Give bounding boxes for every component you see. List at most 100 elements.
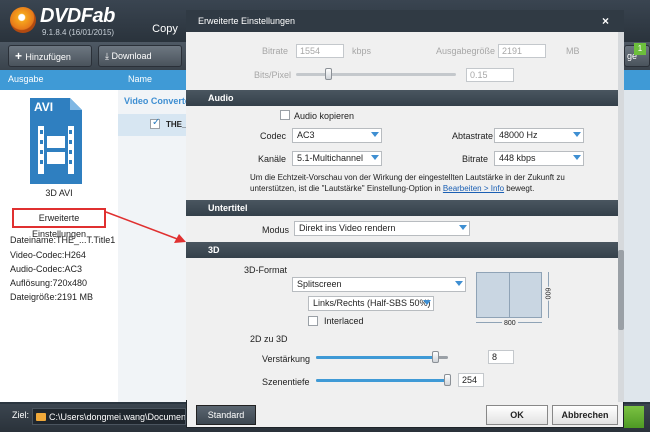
edit-info-link[interactable]: Bearbeiten > Info <box>443 184 504 193</box>
ok-button[interactable]: OK <box>486 405 548 425</box>
dvdfab-logo-icon <box>10 7 36 33</box>
interlaced-label: Interlaced <box>324 316 364 326</box>
plus-icon: + <box>15 49 26 63</box>
depth-input[interactable]: 254 <box>458 373 484 387</box>
codec-value: AC3 <box>297 130 315 140</box>
cancel-button[interactable]: Abbrechen <box>552 405 618 425</box>
gain-label: Verstärkung <box>262 354 311 364</box>
destination-path-field[interactable]: C:\Users\dongmei.wang\Documents\D <box>32 408 186 425</box>
name-column-label[interactable]: Name <box>128 74 152 84</box>
gain-slider[interactable] <box>316 356 448 359</box>
folder-icon <box>36 413 46 421</box>
3d-format-label: 3D-Format <box>244 265 288 275</box>
sample-rate-dropdown[interactable]: 48000 Hz <box>494 128 584 143</box>
add-button[interactable]: + Hinzufügen <box>8 45 92 67</box>
chevron-down-icon <box>573 132 581 137</box>
chevron-down-icon <box>573 155 581 160</box>
destination-label: Ziel: <box>12 410 30 420</box>
audio-bitrate-dropdown[interactable]: 448 kbps <box>494 151 584 166</box>
check-icon: ✓ <box>152 117 161 128</box>
3d-format-dropdown[interactable]: Splitscreen <box>292 277 466 292</box>
bits-per-pixel-slider[interactable] <box>296 73 456 76</box>
sample-rate-label: Abtastrate <box>452 131 494 141</box>
gain-input[interactable]: 8 <box>488 350 514 364</box>
dialog-body <box>186 32 618 400</box>
preview-divider <box>509 273 510 317</box>
chevron-down-icon <box>459 225 467 230</box>
output-size-unit: MB <box>566 46 580 56</box>
gain-slider-knob[interactable] <box>431 351 439 363</box>
info-video-codec: Video-Codec:H264 <box>10 250 86 260</box>
chevron-down-icon <box>371 132 379 137</box>
depth-slider-fill <box>316 379 447 382</box>
volume-note-tail: bewegt. <box>504 184 535 193</box>
download-button-label: Download <box>111 51 152 61</box>
bits-per-pixel-knob[interactable] <box>325 68 332 80</box>
notification-badge: 1 <box>634 43 646 55</box>
sample-rate-value: 48000 Hz <box>499 130 538 140</box>
output-column-label: Ausgabe <box>8 74 44 84</box>
callout-arrow-icon <box>105 211 186 243</box>
bits-per-pixel-label: Bits/Pixel <box>254 70 292 80</box>
add-button-label: Hinzufügen <box>25 52 71 62</box>
bits-per-pixel-input[interactable]: 0.15 <box>466 68 514 82</box>
3d-layout-dropdown[interactable]: Links/Rechts (Half-SBS 50%) <box>308 296 434 311</box>
3d-layout-value: Links/Rechts (Half-SBS 50%) <box>313 298 431 308</box>
output-size-label: Ausgabegröße <box>436 46 496 56</box>
video-bitrate-input[interactable]: 1554 <box>296 44 344 58</box>
dialog-scrollbar-thumb[interactable] <box>618 250 624 330</box>
dialog-scrollbar[interactable] <box>618 32 624 402</box>
converter-label: Video Converter <box>124 96 186 106</box>
subtitle-mode-dropdown[interactable]: Direkt ins Video rendern <box>294 221 470 236</box>
video-bitrate-unit: kbps <box>352 46 372 56</box>
volume-note-line2: unterstützen, ist die "Lautstärke" Einst… <box>250 184 590 193</box>
channels-label: Kanäle <box>258 154 287 164</box>
start-button[interactable] <box>624 406 644 428</box>
standard-button[interactable]: Standard <box>196 405 256 425</box>
subtitle-mode-label: Modus <box>262 225 290 235</box>
3d-format-value: Splitscreen <box>297 279 342 289</box>
volume-note-line1: Um die Echtzeit-Vorschau von der Wirkung… <box>250 173 565 182</box>
subtitle-section-header: Untertitel <box>186 200 618 216</box>
codec-label: Codec <box>260 131 287 141</box>
audio-bitrate-value: 448 kbps <box>499 153 536 163</box>
channels-value: 5.1-Multichannel <box>297 153 364 163</box>
title-item-name: THE_ <box>166 120 187 129</box>
preview-width-label: 800 <box>502 320 518 327</box>
depth-slider[interactable] <box>316 379 448 382</box>
info-resolution: Auflösung:720x480 <box>10 278 88 288</box>
dialog-title: Erweiterte Einstellungen <box>186 10 624 32</box>
title-checkbox[interactable]: ✓ <box>150 117 161 129</box>
volume-note-text: unterstützen, ist die "Lautstärke" Einst… <box>250 184 443 193</box>
subtitle-mode-value: Direkt ins Video rendern <box>299 223 396 233</box>
chevron-down-icon <box>423 300 431 305</box>
info-filename: Dateiname:THE_...T.Title1 <box>10 235 116 245</box>
chevron-down-icon <box>455 281 463 286</box>
info-filesize: Dateigröße:2191 MB <box>10 292 94 302</box>
app-version: 9.1.8.4 (16/01/2015) <box>42 28 115 37</box>
audio-copy-checkbox[interactable] <box>280 110 290 120</box>
format-badge: AVI <box>34 100 54 114</box>
format-label: 3D AVI <box>45 188 73 198</box>
download-button[interactable]: ⤓ Download <box>98 45 182 67</box>
advanced-settings-button[interactable]: Erweiterte Einstellungen <box>12 208 106 239</box>
2d-to-3d-label: 2D zu 3D <box>250 334 288 344</box>
app-name: DVDFab <box>40 5 115 27</box>
close-icon[interactable]: × <box>602 14 609 28</box>
info-audio-codec: Audio-Codec:AC3 <box>10 264 83 274</box>
preview-height-label: 600 <box>543 286 551 301</box>
interlaced-checkbox[interactable] <box>308 316 318 326</box>
depth-slider-knob[interactable] <box>443 374 451 386</box>
audio-copy-label: Audio kopieren <box>294 111 355 121</box>
depth-label: Szenentiefe <box>262 377 310 387</box>
chevron-down-icon <box>371 155 379 160</box>
video-bitrate-label: Bitrate <box>262 46 289 56</box>
output-size-input[interactable]: 2191 <box>498 44 546 58</box>
audio-bitrate-label: Bitrate <box>462 154 489 164</box>
channels-dropdown[interactable]: 5.1-Multichannel <box>292 151 382 166</box>
destination-path-text: C:\Users\dongmei.wang\Documents\D <box>49 412 186 422</box>
gain-slider-fill <box>316 356 435 359</box>
codec-dropdown[interactable]: AC3 <box>292 128 382 143</box>
3d-section-header: 3D <box>186 242 618 258</box>
audio-section-header: Audio <box>186 90 618 106</box>
